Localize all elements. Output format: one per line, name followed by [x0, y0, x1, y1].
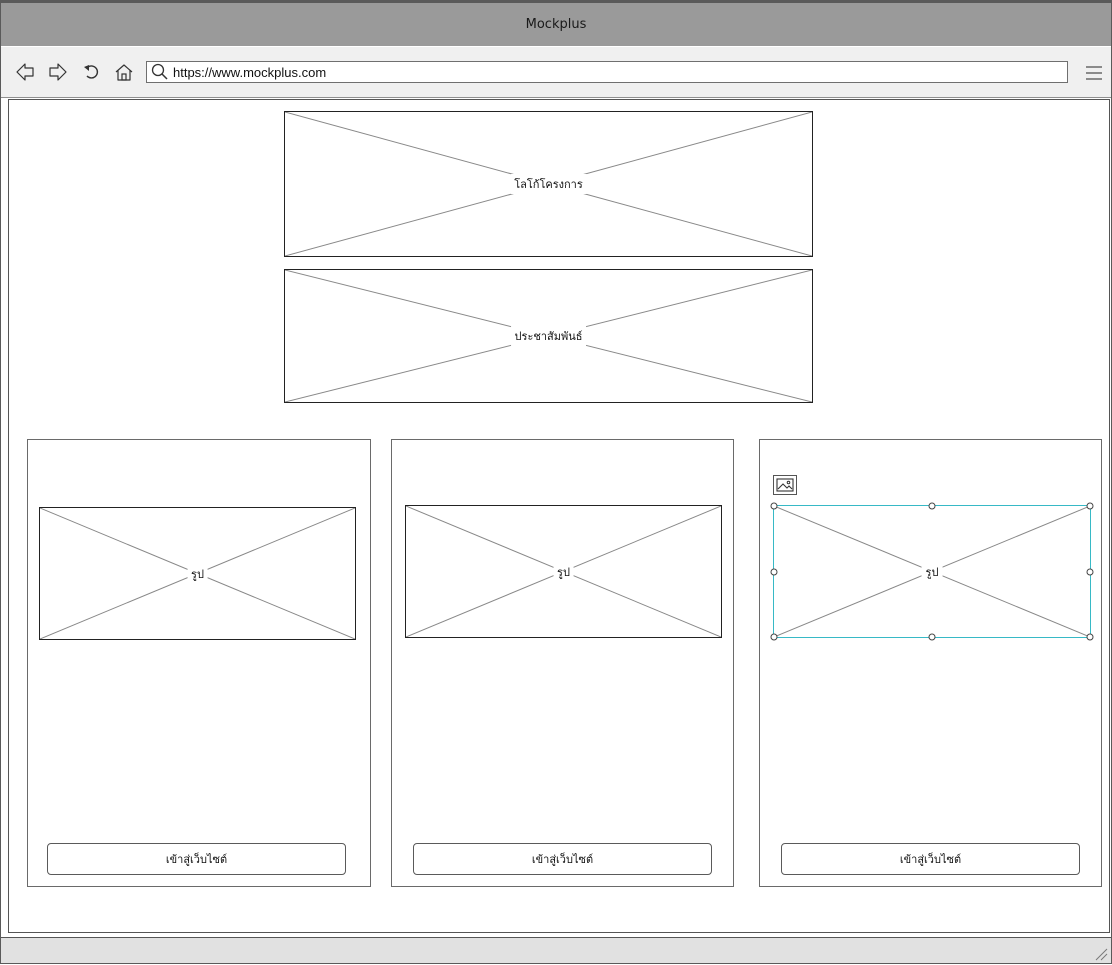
card-image-label: รูป [187, 563, 208, 584]
home-icon[interactable] [113, 62, 135, 82]
image-icon [773, 475, 797, 495]
card-image-label: รูป [553, 561, 574, 582]
status-bar [1, 937, 1111, 963]
url-input[interactable] [171, 62, 1067, 82]
card-image-label: รูป [921, 561, 943, 582]
address-bar[interactable] [146, 61, 1068, 83]
resize-grip-icon[interactable] [1094, 946, 1108, 961]
resize-handle-bottom-right[interactable] [1086, 633, 1094, 641]
page-canvas: โลโก้โครงการ ประชาสัมพันธ์ รูป เข้าสู่เว… [8, 99, 1110, 933]
logo-placeholder-label: โลโก้โครงการ [510, 174, 587, 194]
hamburger-menu-icon[interactable] [1083, 62, 1105, 84]
search-icon [149, 62, 171, 82]
card-image-placeholder[interactable]: รูป [39, 507, 356, 640]
window-title: Mockplus [525, 17, 587, 32]
card-2: รูป เข้าสู่เว็บไซต์ [391, 439, 734, 887]
resize-handle-bottom-left[interactable] [770, 633, 778, 641]
back-arrow-icon[interactable] [14, 62, 36, 82]
pr-placeholder-label: ประชาสัมพันธ์ [510, 326, 587, 346]
refresh-icon[interactable] [81, 62, 103, 82]
browser-toolbar [1, 47, 1111, 98]
resize-handle-bottom[interactable] [928, 633, 936, 641]
enter-website-button[interactable]: เข้าสู่เว็บไซต์ [413, 843, 712, 875]
resize-handle-top-left[interactable] [770, 502, 778, 510]
resize-handle-right[interactable] [1086, 568, 1094, 575]
resize-handle-left[interactable] [770, 568, 778, 575]
resize-handle-top-right[interactable] [1086, 502, 1094, 510]
card-image-placeholder-selected[interactable]: รูป [770, 502, 1094, 641]
forward-arrow-icon[interactable] [47, 62, 69, 82]
card-3: รูป เข้าสู่เว็บไซต์ [759, 439, 1102, 887]
resize-handle-top[interactable] [928, 502, 936, 510]
card-image-placeholder[interactable]: รูป [405, 505, 722, 638]
enter-website-button[interactable]: เข้าสู่เว็บไซต์ [781, 843, 1080, 875]
browser-window: Mockplus โลโก้โครงการ [0, 0, 1112, 964]
logo-image-placeholder[interactable]: โลโก้โครงการ [284, 111, 813, 257]
card-1: รูป เข้าสู่เว็บไซต์ [27, 439, 371, 887]
pr-image-placeholder[interactable]: ประชาสัมพันธ์ [284, 269, 813, 403]
title-bar: Mockplus [1, 3, 1111, 46]
enter-website-button[interactable]: เข้าสู่เว็บไซต์ [47, 843, 346, 875]
